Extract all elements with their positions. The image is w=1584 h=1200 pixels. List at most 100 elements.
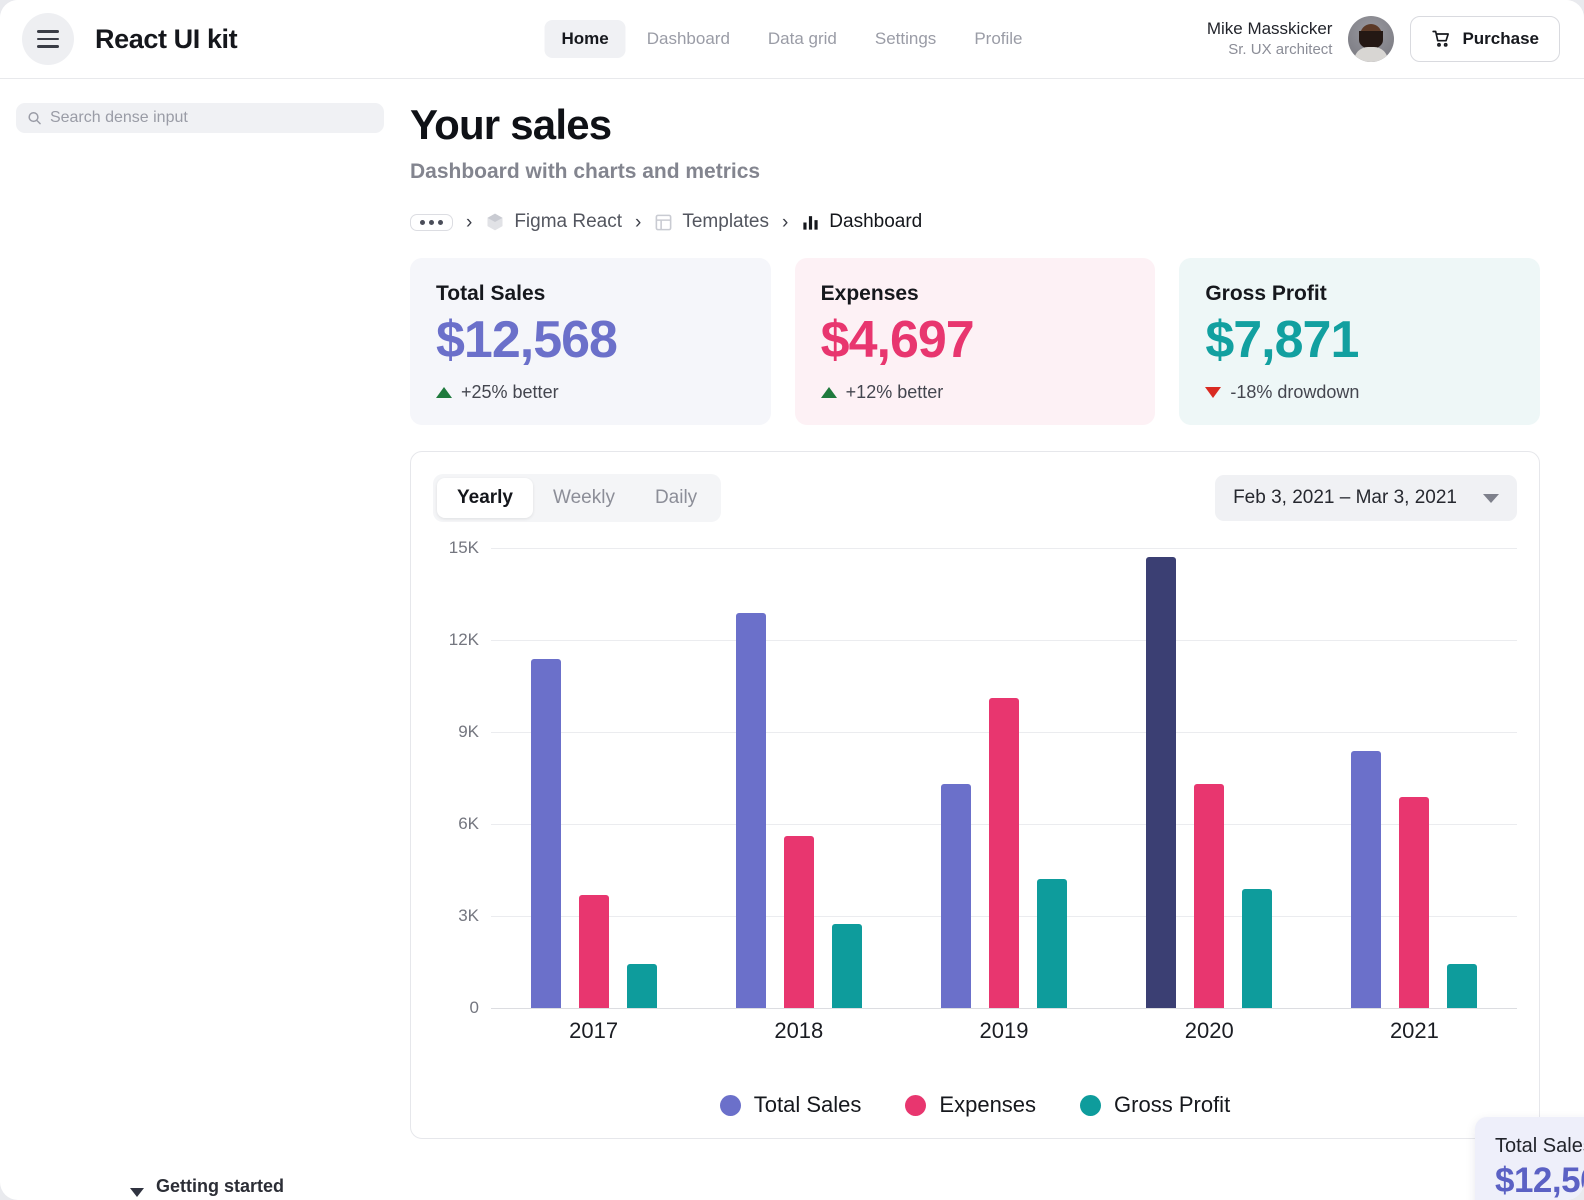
chart-legend: Total Sales Expenses Gross Profit <box>433 1092 1517 1118</box>
nav-item-home[interactable]: Home <box>544 20 626 58</box>
stat-delta: -18% drowdown <box>1205 382 1514 403</box>
bar[interactable] <box>530 658 561 1009</box>
chevron-down-icon <box>1483 493 1499 503</box>
breadcrumb-overflow-button[interactable] <box>410 213 453 231</box>
bar[interactable] <box>941 784 971 1009</box>
tab-daily[interactable]: Daily <box>635 478 717 518</box>
arrow-up-icon <box>820 387 837 399</box>
stat-value: $7,871 <box>1205 311 1359 369</box>
x-axis-tick-label: 2017 <box>569 1018 619 1044</box>
cube-icon <box>487 213 503 231</box>
search-input[interactable] <box>49 109 373 127</box>
tab-weekly[interactable]: Weekly <box>533 478 635 518</box>
tooltip-value: $12,568 <box>1495 1161 1584 1200</box>
x-axis-tick-label: 2021 <box>1389 1018 1439 1044</box>
legend-item-total-sales[interactable]: Total Sales <box>719 1092 861 1118</box>
bar[interactable] <box>1242 888 1273 1009</box>
nav-item-data-grid[interactable]: Data grid <box>751 20 854 58</box>
bar-chart-icon <box>803 215 818 230</box>
legend-item-gross-profit[interactable]: Gross Profit <box>1080 1092 1230 1118</box>
stat-card-total-sales: Total Sales $12,568 +25% better <box>410 258 771 426</box>
page-title: Your sales <box>410 101 612 148</box>
stat-delta-label: +12% better <box>845 382 944 403</box>
x-axis: 2017 2018 2019 2020 2021 <box>491 1018 1517 1044</box>
hamburger-icon[interactable] <box>22 13 74 65</box>
bar[interactable] <box>1447 963 1478 1009</box>
purchase-label: Purchase <box>1462 29 1539 48</box>
breadcrumb-item-dashboard[interactable]: Dashboard <box>801 211 922 233</box>
legend-swatch <box>719 1094 741 1116</box>
main-nav: Home Dashboard Data grid Settings Profil… <box>544 20 1039 58</box>
stat-cards: Total Sales $12,568 +25% better Expenses… <box>410 258 1541 426</box>
bar[interactable] <box>989 698 1019 1009</box>
nav-item-profile[interactable]: Profile <box>957 20 1039 58</box>
purchase-button[interactable]: Purchase <box>1410 16 1560 62</box>
arrow-down-icon <box>1205 387 1222 399</box>
stat-delta-label: +25% better <box>461 382 559 403</box>
breadcrumb-separator-icon: › <box>635 211 642 233</box>
bar-group[interactable] <box>696 548 901 1009</box>
legend-label: Gross Profit <box>1114 1092 1231 1118</box>
bar-group[interactable] <box>491 548 696 1009</box>
legend-swatch <box>905 1094 927 1116</box>
breadcrumb: › Figma React › Templates › Dashboard <box>410 211 1540 233</box>
bar[interactable] <box>783 836 814 1009</box>
bar[interactable] <box>626 963 657 1009</box>
brand-title: React UI kit <box>95 23 238 54</box>
bar[interactable] <box>1037 879 1067 1009</box>
legend-label: Expenses <box>939 1092 1037 1118</box>
sidebar-group-getting-started[interactable]: Getting started <box>16 161 384 1198</box>
user-name: Mike Masskicker <box>1206 18 1333 38</box>
bar[interactable] <box>1351 750 1382 1009</box>
search-icon <box>28 111 41 125</box>
search-box[interactable] <box>16 103 384 133</box>
y-axis-tick-label: 6K <box>458 814 479 834</box>
bar-group[interactable] <box>1107 548 1312 1009</box>
y-axis-tick-label: 9K <box>458 722 479 742</box>
stat-value: $4,697 <box>820 311 975 369</box>
sidebar-item-label: Getting started <box>155 1176 284 1197</box>
stat-card-expenses: Expenses $4,697 +12% better <box>794 258 1156 426</box>
bar-group[interactable] <box>901 548 1106 1009</box>
nav-item-settings[interactable]: Settings <box>858 20 953 58</box>
stat-card-gross-profit: Gross Profit $7,871 -18% drowdown <box>1179 258 1541 426</box>
bar-chart: 0 3K 6K 9K 12K 15K 2017 2018 2019 2020 2021 Total… <box>433 538 1584 1200</box>
date-range-picker[interactable]: Feb 3, 2021 – Mar 3, 2021 <box>1215 475 1517 522</box>
stat-delta: +25% better <box>436 382 745 403</box>
chart-card: Yearly Weekly Daily Feb 3, 2021 – Mar 3,… <box>410 451 1584 1200</box>
stat-title: Gross Profit <box>1205 282 1327 305</box>
bar[interactable] <box>1399 796 1430 1009</box>
breadcrumb-label: Templates <box>682 211 769 232</box>
avatar[interactable] <box>1348 16 1395 62</box>
breadcrumb-item-figma-react[interactable]: Figma React <box>485 211 622 233</box>
x-axis-tick-label: 2018 <box>774 1018 824 1044</box>
user-info[interactable]: Mike Masskicker Sr. UX architect <box>1207 18 1333 60</box>
gridline <box>491 1008 1517 1010</box>
stat-title: Expenses <box>820 282 919 305</box>
breadcrumb-separator-icon: › <box>466 211 473 233</box>
bar[interactable] <box>1194 784 1225 1009</box>
legend-item-expenses[interactable]: Expenses <box>905 1092 1036 1118</box>
y-axis-tick-label: 15K <box>448 538 479 558</box>
shopping-cart-icon <box>1432 30 1450 47</box>
bar[interactable] <box>831 923 862 1009</box>
layout-icon <box>655 214 672 230</box>
bar[interactable] <box>735 612 766 1009</box>
chevron-down-icon <box>129 1188 156 1198</box>
tab-yearly[interactable]: Yearly <box>437 478 533 519</box>
breadcrumb-item-templates[interactable]: Templates <box>654 211 769 233</box>
app-body: Getting started Introduction Installatio… <box>0 79 1584 1200</box>
bar[interactable] <box>578 894 609 1009</box>
breadcrumb-label: Figma React <box>514 211 623 232</box>
y-axis-tick-label: 3K <box>458 906 479 926</box>
stat-title: Total Sales <box>436 282 546 305</box>
app-window: React UI kit Home Dashboard Data grid Se… <box>0 0 1584 1200</box>
chart-bars <box>491 548 1517 1009</box>
bar-group[interactable] <box>1312 548 1517 1009</box>
y-axis-tick-label: 12K <box>448 630 479 650</box>
bar[interactable] <box>1146 557 1177 1009</box>
main-content: Your sales Dashboard with charts and met… <box>400 79 1584 1200</box>
user-role: Sr. UX architect <box>1228 41 1333 59</box>
nav-item-dashboard[interactable]: Dashboard <box>630 20 747 58</box>
y-axis-tick-label: 0 <box>469 998 479 1018</box>
